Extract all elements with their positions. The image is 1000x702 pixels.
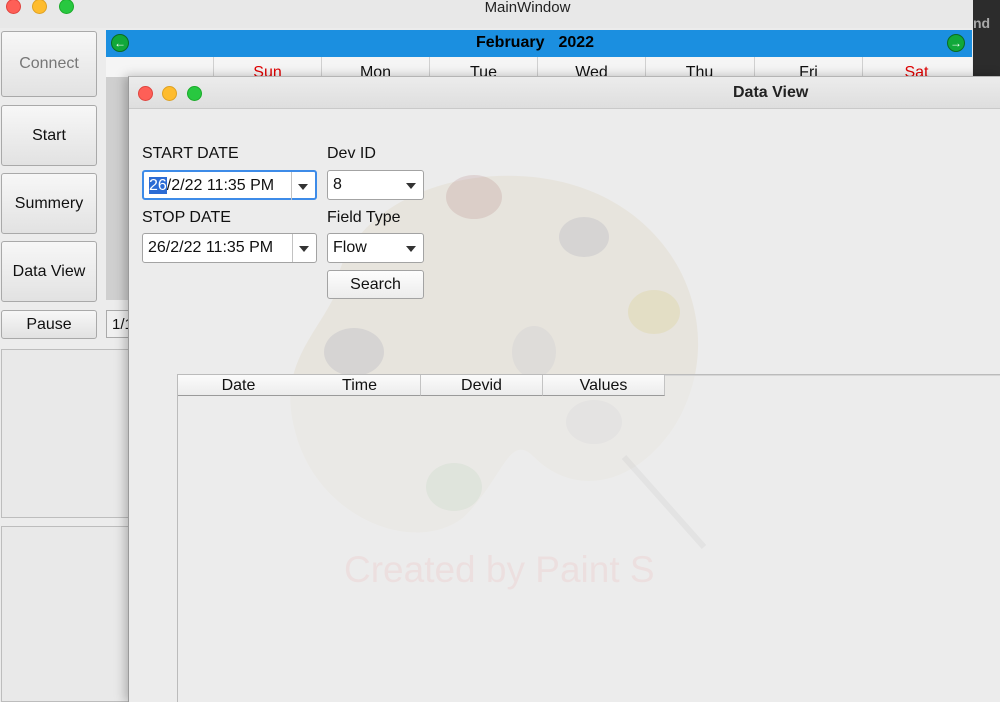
start-date-dropdown[interactable] (291, 172, 315, 200)
column-header-time[interactable]: Time (299, 375, 421, 396)
calendar-month[interactable]: February (476, 34, 544, 51)
chevron-down-icon (406, 246, 416, 252)
column-header-values[interactable]: Values (543, 375, 665, 396)
calendar-weekday-header: Sun Mon Tue Wed Thu Fri Sat (106, 57, 972, 81)
pause-button[interactable]: Pause (1, 310, 97, 339)
data-view-zoom-button[interactable] (187, 86, 202, 101)
summery-button[interactable]: Summery (1, 173, 97, 234)
weekday-wed: Wed (537, 57, 645, 81)
main-window-title: MainWindow (484, 0, 571, 16)
calendar-year[interactable]: 2022 (558, 34, 594, 51)
field-type-label: Field Type (327, 209, 401, 226)
weekday-mon: Mon (321, 57, 429, 81)
main-window-titlebar: MainWindow (0, 0, 975, 28)
dev-id-value: 8 (333, 176, 342, 193)
data-view-titlebar: Data View (129, 77, 1000, 109)
data-view-title: Data View (733, 84, 809, 101)
data-view-close-button[interactable] (138, 86, 153, 101)
chevron-down-icon (406, 183, 416, 189)
column-header-devid[interactable]: Devid (421, 375, 543, 396)
right-arrow-icon[interactable]: → (947, 34, 965, 52)
data-view-button[interactable]: Data View (1, 241, 97, 302)
field-type-select[interactable]: Flow (327, 233, 424, 263)
background-window-text: nd (973, 15, 991, 31)
dev-id-label: Dev ID (327, 145, 376, 162)
side-panel-lower (1, 526, 129, 702)
calendar-grid (106, 77, 128, 300)
start-date-selected-segment: 26 (149, 177, 167, 194)
calendar-month-year: February 2022 (476, 34, 594, 52)
start-date-remaining: /2/22 11:35 PM (166, 177, 275, 194)
dev-id-select[interactable]: 8 (327, 170, 424, 200)
weekday-fri: Fri (754, 57, 862, 81)
weekday-tue: Tue (429, 57, 537, 81)
weekday-thu: Thu (645, 57, 753, 81)
start-date-picker[interactable]: 26/2/22 11:35 PM (142, 170, 317, 200)
start-button[interactable]: Start (1, 105, 97, 166)
search-button[interactable]: Search (327, 270, 424, 299)
data-view-minimize-button[interactable] (162, 86, 177, 101)
connect-button[interactable]: Connect (1, 31, 97, 97)
left-arrow-icon[interactable]: ← (111, 34, 129, 52)
side-panel-upper (1, 349, 129, 518)
stop-date-label: STOP DATE (142, 209, 231, 226)
field-type-value: Flow (333, 239, 367, 256)
chevron-down-icon (298, 184, 308, 190)
column-header-date[interactable]: Date (178, 375, 300, 396)
weekday-sat: Sat (862, 57, 970, 81)
stop-date-picker[interactable]: 26/2/22 11:35 PM (142, 233, 317, 263)
background-window-edge: nd (973, 0, 1000, 78)
start-date-value[interactable]: 26/2/22 11:35 PM (149, 177, 274, 195)
table-header-divider (665, 375, 1000, 376)
calendar-navigation-bar: ← February 2022 → (106, 30, 972, 57)
chevron-down-icon (299, 246, 309, 252)
start-date-label: START DATE (142, 145, 239, 162)
data-view-window: Data View Created by Paint S START DATE … (128, 76, 1000, 702)
data-table[interactable]: Date Time Devid Values (177, 374, 1000, 702)
stop-date-dropdown[interactable] (292, 234, 316, 262)
stop-date-value[interactable]: 26/2/22 11:35 PM (148, 239, 273, 257)
weekday-sun: Sun (213, 57, 321, 81)
